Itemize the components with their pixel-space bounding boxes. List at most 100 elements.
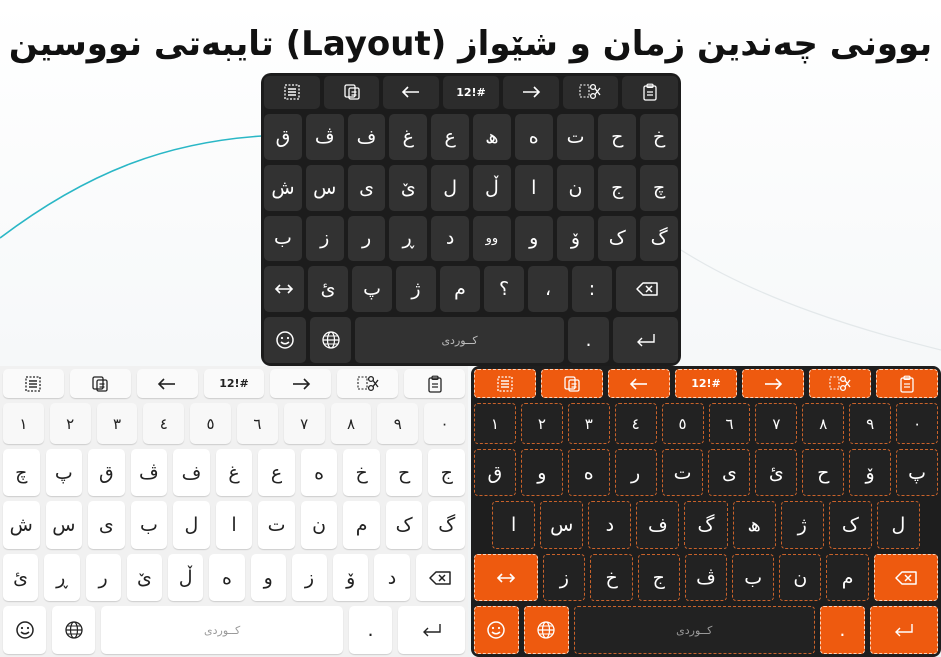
letter-key[interactable]: ڕ [389,215,428,262]
number-key[interactable]: ٠ [424,403,465,444]
number-key[interactable]: ٢ [520,403,563,444]
select-all-key[interactable] [474,369,536,399]
letter-key[interactable]: چ [640,164,678,211]
letter-key[interactable]: ڤ [130,448,168,497]
letter-key[interactable]: پ [45,448,83,497]
cursor-left-key[interactable] [136,369,198,399]
letter-key[interactable]: ە [209,553,245,602]
letter-key[interactable]: وو [473,215,511,262]
number-key[interactable]: ٦ [708,403,751,444]
copy-key[interactable] [323,76,380,109]
letter-key[interactable]: ح [598,113,637,160]
letter-key[interactable]: ی [708,448,751,497]
letter-key[interactable]: ن [556,164,595,211]
letter-key[interactable]: ڵ [168,553,204,602]
letter-key[interactable]: ا [215,501,253,549]
number-key[interactable]: ٣ [567,403,610,444]
letter-key[interactable]: ۆ [333,553,369,602]
period-key[interactable]: . [819,606,865,654]
letter-key[interactable]: ف [636,501,680,549]
numbers-key[interactable]: 12!# [675,369,737,399]
paste-key[interactable] [876,369,938,399]
letter-key[interactable]: ج [637,553,680,602]
number-key[interactable]: ٥ [190,403,231,444]
backspace-key[interactable] [415,553,465,602]
numbers-key[interactable]: 12!# [443,76,499,109]
letter-key[interactable]: ح [385,448,423,497]
number-key[interactable]: ٠ [896,403,939,444]
copy-key[interactable] [541,369,603,399]
letter-key[interactable]: ژ [780,501,824,549]
letter-key[interactable]: خ [343,448,380,497]
letter-key[interactable]: ە [567,448,610,497]
letter-key[interactable]: ژ [396,266,436,313]
backspace-key[interactable] [873,553,938,602]
letter-key[interactable]: ز [291,553,328,602]
letter-key[interactable]: ع [431,113,470,160]
letter-key[interactable]: ئ [308,266,348,313]
letter-key[interactable]: ھ [473,113,511,160]
letter-key[interactable]: ز [305,215,344,262]
emoji-key[interactable] [474,606,519,654]
numbers-key[interactable]: 12!# [203,369,265,399]
select-all-key[interactable] [264,76,320,109]
letter-key[interactable]: پ [352,266,392,313]
letter-key[interactable]: گ [640,215,678,262]
language-key[interactable] [52,606,96,654]
letter-key[interactable]: و [520,448,563,497]
letter-key[interactable]: ل [173,501,210,549]
letter-key[interactable]: ل [431,164,470,211]
letter-key[interactable]: غ [215,448,253,497]
letter-key[interactable]: ا [492,501,536,549]
letter-key[interactable]: ک [385,501,423,549]
number-key[interactable]: ٤ [614,403,657,444]
letter-key[interactable]: س [305,164,344,211]
letter-key[interactable]: ئ [2,553,39,602]
number-key[interactable]: ٦ [236,403,278,444]
letter-key[interactable]: ل [876,501,920,549]
letter-key[interactable]: م [826,553,869,602]
letter-key[interactable]: ێ [126,553,163,602]
language-key[interactable] [523,606,569,654]
letter-key[interactable]: ۆ [556,215,595,262]
cursor-right-key[interactable] [502,76,559,109]
backspace-key[interactable] [616,266,678,313]
number-key[interactable]: ٨ [330,403,372,444]
letter-key[interactable]: ە [514,113,553,160]
cursor-left-key[interactable] [608,369,670,399]
enter-key[interactable] [869,606,939,654]
letter-key[interactable]: م [440,266,480,313]
letter-key[interactable]: ڤ [684,553,728,602]
letter-key[interactable]: ش [2,501,40,549]
letter-key[interactable]: ێ [389,164,428,211]
switch-layout-key[interactable] [473,553,539,602]
letter-key[interactable]: و [514,215,553,262]
number-key[interactable]: ٣ [96,403,138,444]
letter-key[interactable]: غ [389,113,428,160]
number-key[interactable]: ٢ [49,403,91,444]
letter-key[interactable]: ب [732,553,775,602]
letter-key[interactable]: ئ [755,448,798,497]
letter-key[interactable]: ب [264,215,302,262]
letter-key[interactable]: ج [428,448,465,497]
number-key[interactable]: ٨ [802,403,845,444]
copy-key[interactable] [69,369,131,399]
letter-key[interactable]: گ [428,501,465,549]
letter-key[interactable]: ۆ [849,448,892,497]
number-key[interactable]: ٤ [143,403,185,444]
letter-key[interactable]: ت [258,501,295,549]
period-key[interactable]: . [567,317,610,363]
letter-key[interactable]: ی [88,501,125,549]
cursor-right-key[interactable] [270,369,332,399]
space-bar[interactable]: کــوردی [101,606,343,654]
letter-key[interactable]: ک [828,501,872,549]
number-key[interactable]: ٩ [849,403,892,444]
period-key[interactable]: . [348,606,393,654]
switch-layout-key[interactable] [264,266,304,313]
letter-key[interactable]: ر [614,448,657,497]
number-key[interactable]: ٧ [283,403,325,444]
letter-key[interactable]: ، [528,266,568,313]
letter-key[interactable]: ن [779,553,822,602]
letter-key[interactable]: ق [473,448,516,497]
paste-key[interactable] [404,369,466,399]
